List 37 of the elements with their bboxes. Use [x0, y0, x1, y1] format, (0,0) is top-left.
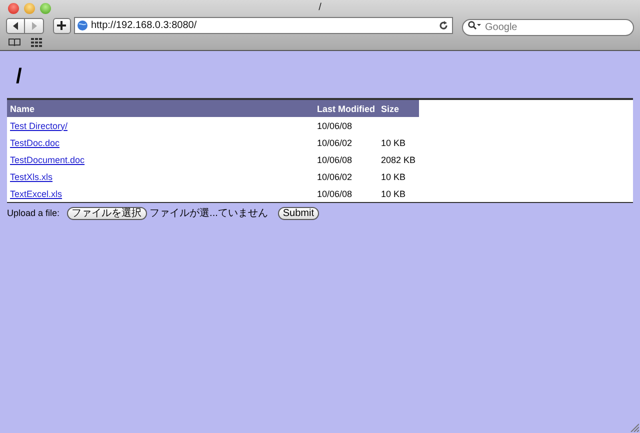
- globe-icon: [76, 20, 88, 31]
- file-link[interactable]: TestXls.xls: [10, 172, 53, 182]
- column-header: Name: [7, 100, 314, 117]
- upload-label: Upload a file:: [7, 208, 60, 218]
- file-link[interactable]: Test Directory/: [10, 120, 68, 130]
- book-icon[interactable]: [8, 38, 21, 47]
- modified-date: 10/06/02: [317, 172, 352, 182]
- file-size: 10 KB: [381, 138, 406, 148]
- submit-button[interactable]: Submit: [278, 206, 320, 220]
- forward-button[interactable]: [25, 18, 44, 34]
- resize-grip-icon[interactable]: [629, 422, 639, 432]
- file-size: 10 KB: [381, 188, 406, 198]
- file-link[interactable]: TextExcel.xls: [10, 188, 62, 198]
- modified-date: 10/06/02: [317, 138, 352, 148]
- file-size: 10 KB: [381, 172, 406, 182]
- choose-file-button[interactable]: ファイルを選択: [66, 206, 147, 220]
- file-size: 2082 KB: [381, 154, 416, 164]
- plus-icon: [57, 21, 66, 30]
- search-field[interactable]: Google: [462, 19, 634, 36]
- address-field[interactable]: http://192.168.0.3:8080/: [74, 17, 453, 34]
- left-arrow-icon: [12, 22, 20, 30]
- grid-icon[interactable]: [31, 38, 42, 47]
- file-link[interactable]: TestDocument.doc: [10, 154, 85, 164]
- close-button[interactable]: [8, 2, 19, 14]
- modified-date: 10/06/08: [317, 120, 352, 130]
- file-status: ファイルが選...ていません: [150, 207, 268, 220]
- column-header: Last Modified: [314, 100, 378, 117]
- column-header: Size: [378, 100, 419, 117]
- window-title: /: [318, 2, 322, 13]
- right-arrow-icon: [30, 22, 38, 30]
- page-heading: /: [16, 65, 23, 89]
- back-button[interactable]: [6, 18, 25, 34]
- add-bookmark-button[interactable]: [53, 18, 71, 34]
- modified-date: 10/06/08: [317, 154, 352, 164]
- modified-date: 10/06/08: [317, 188, 352, 198]
- file-link[interactable]: TestDoc.doc: [10, 138, 60, 148]
- reload-icon[interactable]: [439, 21, 448, 30]
